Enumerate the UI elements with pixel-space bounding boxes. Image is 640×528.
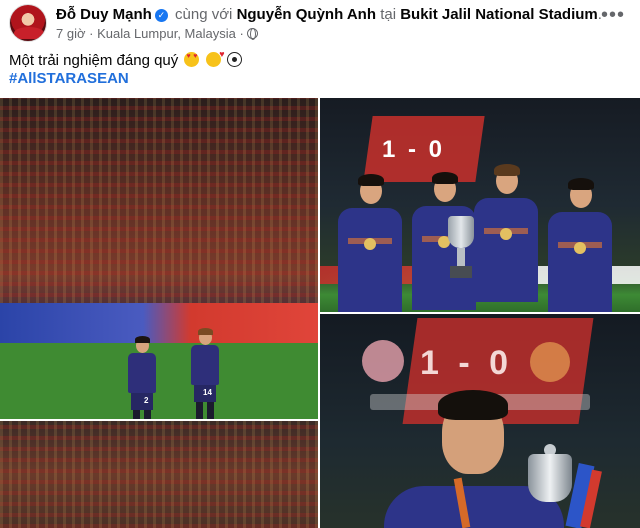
trophy <box>528 444 572 528</box>
author-avatar[interactable] <box>9 4 47 42</box>
tagged-person-link[interactable]: Nguyễn Quỳnh Anh <box>237 6 376 23</box>
photo-player-closeup-trophy[interactable]: 1 - 0 <box>320 314 640 528</box>
player-figure: 2 <box>127 336 157 419</box>
photo-stadium-crowd[interactable] <box>0 421 318 528</box>
globe-icon[interactable] <box>247 28 259 40</box>
photo-team-with-trophy[interactable]: 1 - 0 <box>320 98 640 312</box>
post-timestamp-link[interactable]: 7 giờ <box>56 26 86 41</box>
team-logo <box>362 340 404 382</box>
caption-text: Một trải nghiệm đáng quý <box>9 52 179 69</box>
more-options-icon[interactable]: ••• <box>600 5 626 28</box>
player-figure <box>548 154 612 312</box>
player-figure <box>474 140 538 302</box>
post-title-line: Đỗ Duy Mạnh ✓ cùng với Nguyễn Quỳnh Anh t… <box>56 6 602 23</box>
post-header: Đỗ Duy Mạnh ✓ cùng với Nguyễn Quỳnh Anh t… <box>0 0 640 46</box>
verified-badge-icon: ✓ <box>154 9 168 22</box>
author-name-link[interactable]: Đỗ Duy Mạnh <box>56 6 152 23</box>
jersey-number: 2 <box>144 396 149 405</box>
post-caption: Một trải nghiệm đáng quý <box>9 49 242 69</box>
heart-eyes-emoji <box>184 52 200 67</box>
meta-separator-2: · <box>239 26 244 41</box>
team-logo <box>530 342 570 382</box>
player-figure: 14 <box>190 328 220 419</box>
pitch-grass <box>0 343 318 419</box>
at-label: tại <box>380 6 397 23</box>
location-link[interactable]: Bukit Jalil National Stadium <box>400 6 598 23</box>
with-label: cùng với <box>175 6 233 23</box>
jersey-number: 14 <box>203 388 212 397</box>
place-link[interactable]: Kuala Lumpur, Malaysia <box>97 26 236 41</box>
smiling-hearts-emoji <box>205 49 225 67</box>
scoreboard-score: 1 - 0 <box>420 344 514 382</box>
player-hair <box>438 390 508 420</box>
soccer-ball-emoji <box>226 52 242 67</box>
advertising-board <box>0 303 318 343</box>
photo-players-on-pitch[interactable]: 2 14 <box>0 98 318 419</box>
player-figure <box>338 150 402 312</box>
trophy <box>446 216 476 280</box>
post-meta-line: 7 giờ · Kuala Lumpur, Malaysia · <box>56 26 259 41</box>
meta-separator: · <box>89 26 94 41</box>
hashtag-link[interactable]: #AllSTARASEAN <box>9 70 129 87</box>
crowd-background <box>0 98 318 308</box>
